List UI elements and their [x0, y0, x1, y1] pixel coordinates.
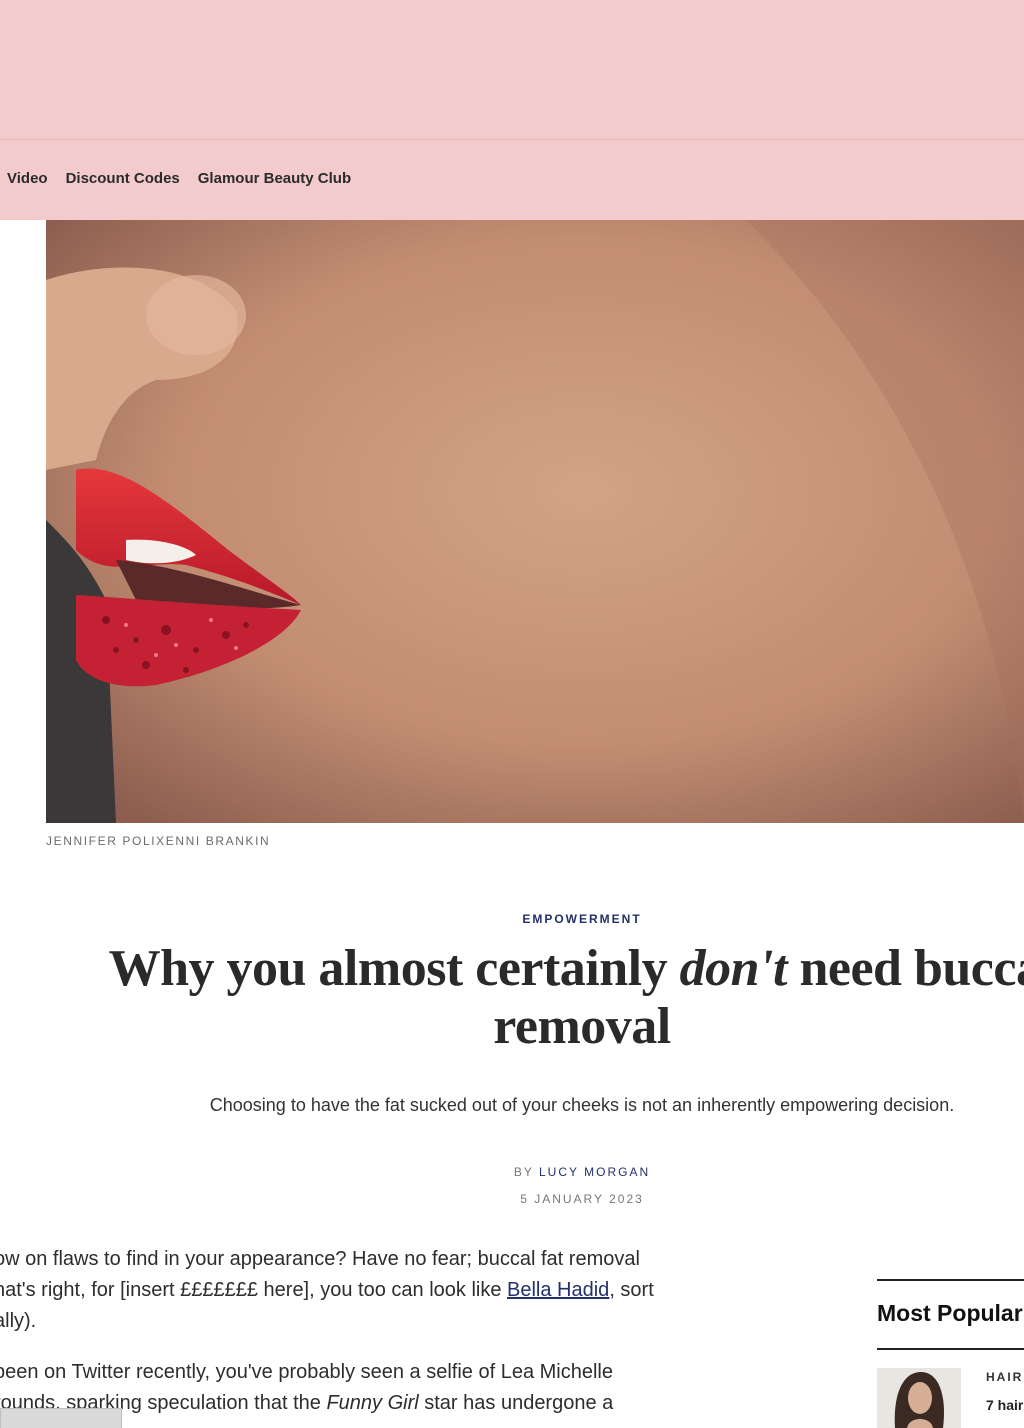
headline-emphasis: don't: [679, 940, 788, 997]
paragraph-emphasis: Funny Girl: [326, 1392, 419, 1414]
paragraph-text: star has undergone a: [418, 1392, 614, 1414]
byline-prefix: BY: [513, 1165, 539, 1179]
publish-date: 5 JANUARY 2023: [520, 1192, 644, 1206]
photo-credit: JENNIFER POLIXENNI BRANKIN: [46, 834, 271, 848]
article-dek: Choosing to have the fat sucked out of y…: [209, 1095, 955, 1115]
popular-item-title[interactable]: 7 hair you s: [986, 1396, 1024, 1414]
hero-image: [46, 220, 1024, 823]
most-popular-heading: Most Popular: [877, 1300, 1023, 1326]
main-nav: Video Discount Codes Glamour Beauty Club: [7, 170, 351, 190]
header-divider: [0, 139, 1024, 140]
author-link[interactable]: LUCY MORGAN: [539, 1165, 650, 1179]
article-headline: Why you almost certainly don't need bucc…: [0, 940, 1024, 1056]
nav-item-discount-codes[interactable]: Discount Codes: [66, 170, 180, 190]
page: Video Discount Codes Glamour Beauty Club: [0, 0, 1024, 1428]
hero-photo-illustration: [46, 220, 1024, 823]
headline-text-2: need buccal: [799, 940, 1024, 997]
paragraph-text: , sort: [609, 1279, 654, 1301]
sidebar-rule-top: [877, 1279, 1024, 1281]
headline-text-1: Why you almost certainly: [108, 940, 680, 997]
paragraph-line: been on Twitter recently, you've probabl…: [0, 1361, 613, 1383]
popular-item-category: HAIR: [986, 1370, 1024, 1384]
bella-hadid-link[interactable]: Bella Hadid: [507, 1279, 609, 1301]
sidebar-rule-bottom: [877, 1348, 1024, 1350]
paragraph-line: ally).: [0, 1310, 37, 1332]
article-paragraph-1: ow on flaws to find in your appearance? …: [0, 1244, 714, 1337]
floating-widget[interactable]: [0, 1408, 122, 1428]
paragraph-line: ow on flaws to find in your appearance? …: [0, 1248, 640, 1270]
nav-item-glamour-beauty-club[interactable]: Glamour Beauty Club: [198, 170, 351, 190]
headline-text-3: removal: [493, 998, 671, 1055]
byline: BY LUCY MORGAN: [0, 1165, 1024, 1179]
paragraph-text: hat's right, for [insert £££££££ here], …: [0, 1279, 508, 1301]
popular-item-thumbnail[interactable]: [877, 1368, 961, 1428]
article-category[interactable]: EMPOWERMENT: [0, 912, 1024, 926]
nav-item-video[interactable]: Video: [7, 170, 48, 190]
paragraph-line: hat's right, for [insert £££££££ here], …: [0, 1275, 714, 1306]
portrait-thumbnail-icon: [877, 1368, 961, 1428]
